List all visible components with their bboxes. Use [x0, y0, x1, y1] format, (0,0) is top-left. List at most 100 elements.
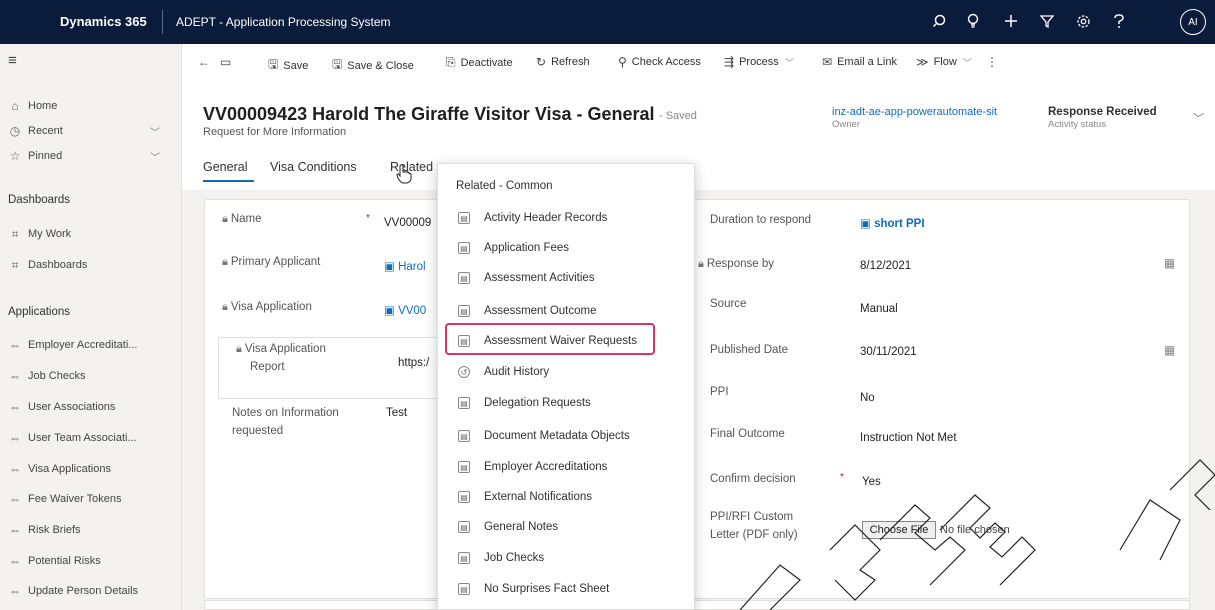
sidebar-item-label: User Associations — [28, 401, 116, 413]
search-icon[interactable] — [928, 10, 950, 32]
brand-name[interactable]: Dynamics 365 — [60, 14, 147, 29]
primary-applicant-link[interactable]: ▣ Harol — [384, 259, 426, 273]
process-button[interactable]: ⇶ Process ﹀ — [724, 55, 794, 69]
notes-value[interactable]: Test — [386, 407, 407, 419]
avatar[interactable]: AI — [1180, 9, 1206, 35]
lightbulb-icon[interactable] — [962, 10, 984, 32]
clock-icon: ◷ — [9, 124, 21, 138]
history-icon: ↺ — [458, 366, 470, 378]
check-access-button[interactable]: ⚲ Check Access — [618, 55, 701, 69]
dropdown-heading: Related - Common — [456, 180, 553, 192]
lock-icon: 🔒︎ — [222, 301, 228, 313]
menu-item-assessment-activities[interactable]: ▤ Assessment Activities — [438, 264, 696, 292]
dashboard-icon: ⌗ — [11, 226, 19, 241]
visa-report-value[interactable]: https:/ — [398, 357, 429, 369]
sidebar-item-update-person-details[interactable]: ⇔ Update Person Details — [0, 576, 182, 606]
menu-item-employer-accreditations[interactable]: ▤ Employer Accreditations — [438, 453, 696, 481]
back-icon[interactable]: ← — [198, 55, 215, 69]
tab-visa-conditions[interactable]: Visa Conditions — [270, 160, 357, 174]
menu-item-job-checks[interactable]: ▤ Job Checks — [438, 544, 696, 572]
sidebar-item-label: Recent — [28, 125, 63, 137]
entity-icon: ▣ — [384, 261, 399, 273]
sidebar-item-my-work[interactable]: ⌗ My Work — [0, 219, 182, 249]
ppi-value[interactable]: No — [860, 392, 875, 404]
duration-link[interactable]: ▣ short PPI — [860, 216, 925, 230]
published-date-value[interactable]: 30/11/2021 — [860, 346, 917, 358]
hamburger-menu-icon[interactable]: ≡ — [8, 52, 17, 69]
menu-item-no-surprises-fact-sheet[interactable]: ▤ No Surprises Fact Sheet — [438, 575, 696, 603]
plus-icon[interactable] — [1000, 10, 1022, 32]
chevron-down-icon: ﹀ — [784, 57, 794, 68]
sidebar-item-pinned[interactable]: ☆ Pinned ﹀ — [0, 141, 182, 171]
save-button[interactable]: 🖫 Save — [268, 55, 308, 76]
source-value[interactable]: Manual — [860, 303, 898, 315]
chevron-down-icon[interactable]: ﹀ — [150, 124, 160, 139]
hand-cursor-icon — [396, 164, 412, 189]
required-indicator: * — [840, 472, 844, 483]
duration-label: Duration to respond — [710, 214, 812, 226]
confirm-decision-label: Confirm decision — [710, 473, 796, 485]
divider — [162, 10, 163, 34]
menu-item-external-notifications[interactable]: ▤ External Notifications — [438, 483, 696, 511]
app-name[interactable]: ADEPT - Application Processing System — [176, 15, 391, 29]
entity-icon: ⇔ — [9, 554, 21, 568]
more-commands-icon[interactable]: ⋮ — [986, 55, 1003, 69]
refresh-button[interactable]: ↻ Refresh — [536, 55, 590, 69]
name-value[interactable]: VV00009 — [384, 217, 431, 229]
entity-icon: ⇔ — [9, 369, 21, 383]
tab-general[interactable]: General — [203, 160, 247, 174]
dashboard-icon: ⌗ — [11, 257, 19, 272]
chevron-down-icon[interactable]: ﹀ — [150, 149, 160, 164]
menu-item-assessment-outcome[interactable]: ▤ Assessment Outcome — [438, 297, 696, 325]
sidebar-item-user-associations[interactable]: ⇔ User Associations — [0, 392, 182, 422]
sidebar-item-user-team-associations[interactable]: ⇔ User Team Associati... — [0, 423, 182, 453]
notes-label-line2: requested — [232, 425, 284, 437]
flow-icon: ≫ — [916, 55, 929, 69]
save-close-button[interactable]: 🖫 Save & Close — [332, 55, 414, 76]
entity-icon: ▤ — [458, 397, 470, 409]
help-icon[interactable] — [1108, 10, 1130, 32]
menu-item-audit-history[interactable]: ↺ Audit History — [438, 358, 696, 386]
email-link-button[interactable]: ✉ Email a Link — [822, 55, 897, 69]
menu-item-activity-header-records[interactable]: ▤ Activity Header Records — [438, 204, 696, 232]
visa-report-label-line2: Report — [250, 361, 285, 373]
owner-link[interactable]: inz-adt-ae-app-powerautomate-sit — [832, 106, 997, 118]
deactivate-icon: ⎘ — [446, 55, 456, 69]
lock-icon: 🔒︎ — [222, 256, 228, 268]
highlight-annotation — [445, 323, 655, 355]
sidebar-item-fee-waiver-tokens[interactable]: ⇔ Fee Waiver Tokens — [0, 484, 182, 514]
sidebar-item-dashboards[interactable]: ⌗ Dashboards — [0, 250, 182, 280]
calendar-icon[interactable]: ▦ — [1164, 256, 1175, 270]
refresh-icon: ↻ — [536, 55, 547, 69]
response-by-value[interactable]: 8/12/2021 — [860, 260, 911, 272]
sidebar-item-label: Dashboards — [28, 259, 88, 271]
lock-icon: 🔒︎ — [222, 213, 228, 225]
menu-item-application-fees[interactable]: ▤ Application Fees — [438, 234, 696, 262]
sidebar-item-label: My Work — [28, 228, 72, 240]
calendar-icon[interactable]: ▦ — [1164, 343, 1175, 357]
deactivate-button[interactable]: ⎘ Deactivate — [446, 55, 513, 70]
visa-application-link[interactable]: ▣ VV00 — [384, 303, 426, 317]
save-close-icon: 🖫 — [332, 57, 343, 71]
menu-item-document-metadata-objects[interactable]: ▤ Document Metadata Objects — [438, 422, 696, 450]
primary-applicant-label: 🔒︎ Primary Applicant — [222, 256, 321, 268]
popout-icon[interactable]: ▭ — [220, 55, 236, 69]
flow-button[interactable]: ≫ Flow ﹀ — [916, 55, 972, 69]
choose-file-button[interactable]: Choose File — [862, 521, 936, 539]
sidebar-item-job-checks[interactable]: ⇔ Job Checks — [0, 361, 182, 391]
settings-icon[interactable] — [1072, 10, 1094, 32]
filter-icon[interactable] — [1036, 10, 1058, 32]
confirm-decision-value[interactable]: Yes — [862, 476, 881, 488]
sidebar-item-risk-briefs[interactable]: ⇔ Risk Briefs — [0, 515, 182, 545]
entity-icon: ▤ — [458, 461, 470, 473]
sidebar-item-potential-risks[interactable]: ⇔ Potential Risks — [0, 546, 182, 576]
final-outcome-value[interactable]: Instruction Not Met — [860, 432, 957, 444]
sidebar-item-label: Visa Applications — [28, 463, 111, 475]
sidebar-item-visa-applications[interactable]: ⇔ Visa Applications — [0, 454, 182, 484]
sidebar-item-label: Employer Accreditati... — [28, 339, 138, 351]
menu-item-general-notes[interactable]: ▤ General Notes — [438, 513, 696, 541]
sidebar-item-employer-accreditations[interactable]: ⇔ Employer Accreditati... — [0, 330, 182, 360]
menu-item-delegation-requests[interactable]: ▤ Delegation Requests — [438, 389, 696, 417]
response-by-label: 🔒︎ Response by — [698, 258, 774, 270]
chevron-down-icon[interactable]: ﹀ — [1193, 110, 1204, 126]
